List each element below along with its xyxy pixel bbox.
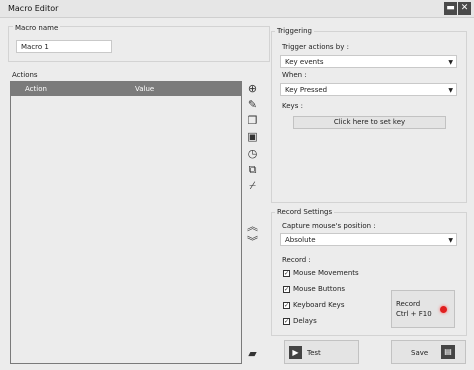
edit-icon[interactable]: ✎: [246, 98, 259, 111]
capture-select[interactable]: Absolute ▼: [280, 233, 457, 246]
capture-value: Absolute: [285, 236, 316, 244]
delays-label: Delays: [293, 317, 317, 325]
mouse-buttons-checkbox[interactable]: ✓: [283, 286, 290, 293]
save-button-label: Save: [411, 349, 429, 357]
record-dot-icon: [440, 306, 447, 313]
trigger-by-label: Trigger actions by :: [282, 43, 349, 51]
set-key-button[interactable]: Click here to set key: [293, 116, 446, 129]
keyboard-keys-label: Keyboard Keys: [293, 301, 345, 309]
test-button[interactable]: ▶ Test: [284, 340, 359, 364]
save-icon: ▤: [441, 345, 455, 359]
record-button[interactable]: Record Ctrl + F10: [391, 290, 455, 328]
actions-label: Actions: [12, 71, 38, 79]
when-select[interactable]: Key Pressed ▼: [280, 83, 457, 96]
when-label: When :: [282, 71, 307, 79]
mouse-movements-checkbox[interactable]: ✓: [283, 270, 290, 277]
capture-label: Capture mouse's position :: [282, 222, 376, 230]
close-icon[interactable]: ✕: [458, 2, 471, 15]
mouse-buttons-label: Mouse Buttons: [293, 285, 346, 293]
chevron-double-up-icon[interactable]: ︽: [246, 220, 259, 233]
mouse-movements-label: Mouse Movements: [293, 269, 359, 277]
triggering-label: Triggering: [275, 27, 314, 35]
actions-table[interactable]: Action Value: [10, 81, 242, 364]
actions-table-header: Action Value: [11, 82, 241, 96]
save-button[interactable]: Save ▤: [391, 340, 466, 364]
keyboard-keys-checkbox[interactable]: ✓: [283, 302, 290, 309]
record-label: Record :: [282, 256, 311, 264]
play-icon: ▶: [289, 346, 302, 359]
macro-name-input[interactable]: Macro 1: [16, 40, 112, 53]
record-button-label: Record: [396, 300, 421, 308]
add-icon[interactable]: ⊕: [246, 82, 259, 95]
when-value: Key Pressed: [285, 86, 328, 94]
record-settings-label: Record Settings: [275, 208, 335, 216]
chevron-double-down-icon[interactable]: ︾: [246, 235, 259, 248]
trigger-by-select[interactable]: Key events ▼: [280, 55, 457, 68]
column-value[interactable]: Value: [135, 85, 154, 93]
window-title: Macro Editor: [8, 4, 59, 13]
dropdown-arrow-icon: ▼: [448, 237, 453, 244]
copy-icon[interactable]: ❐: [246, 114, 259, 127]
duplicate-icon[interactable]: ⧉: [246, 163, 259, 176]
delays-checkbox[interactable]: ✓: [283, 318, 290, 325]
delete-icon[interactable]: ▣: [246, 130, 259, 143]
broom-icon[interactable]: ⌿: [246, 179, 259, 192]
macro-name-label: Macro name: [13, 24, 61, 32]
trigger-by-value: Key events: [285, 58, 324, 66]
test-button-label: Test: [307, 349, 321, 357]
record-shortcut-label: Ctrl + F10: [396, 310, 432, 318]
folder-icon[interactable]: ▰: [246, 347, 259, 360]
title-bar: [0, 0, 474, 18]
minimize-icon[interactable]: ▬: [444, 2, 457, 15]
dropdown-arrow-icon: ▼: [448, 59, 453, 66]
column-action[interactable]: Action: [25, 85, 47, 93]
keys-label: Keys :: [282, 102, 303, 110]
timer-icon[interactable]: ◷: [246, 147, 259, 160]
dropdown-arrow-icon: ▼: [448, 87, 453, 94]
